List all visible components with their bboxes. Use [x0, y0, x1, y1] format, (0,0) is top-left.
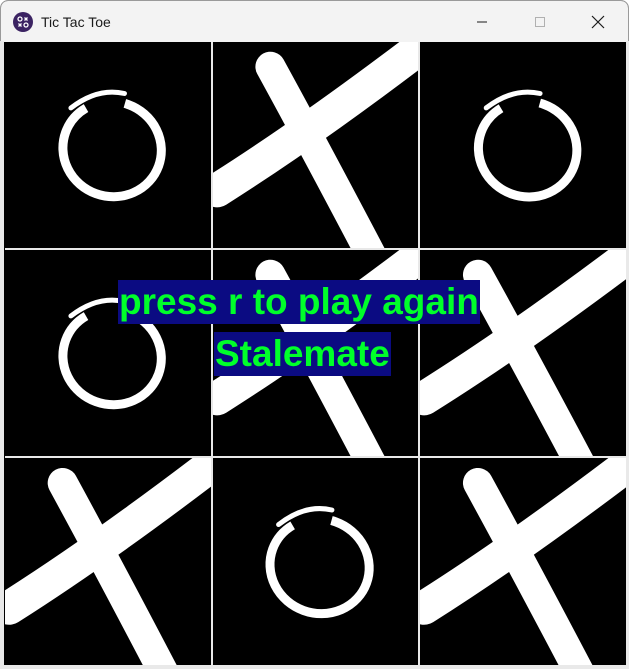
title-bar[interactable]: Tic Tac Toe	[1, 1, 628, 42]
board-cell[interactable]	[213, 250, 418, 456]
maximize-icon	[535, 16, 545, 27]
window-border	[0, 665, 629, 669]
app-icon	[13, 11, 33, 32]
game-window: Tic Tac Toe press r to play again Stalem…	[0, 0, 629, 669]
x-mark	[5, 458, 211, 666]
board-cell[interactable]	[5, 42, 211, 248]
board-cell[interactable]	[5, 458, 211, 666]
grid-line	[211, 42, 213, 666]
o-mark	[473, 89, 582, 202]
x-mark	[420, 250, 627, 456]
minimize-icon	[477, 21, 487, 22]
grid-line	[418, 42, 420, 666]
o-mark	[265, 506, 374, 619]
grid-line	[5, 456, 627, 458]
game-board[interactable]: press r to play again Stalemate	[5, 42, 627, 666]
maximize-button[interactable]	[511, 1, 569, 42]
close-button[interactable]	[569, 1, 627, 42]
board-cell[interactable]	[420, 250, 627, 456]
minimize-button[interactable]	[453, 1, 511, 42]
x-mark	[213, 42, 418, 248]
grid-line	[5, 248, 627, 250]
board-cell[interactable]	[213, 458, 418, 666]
close-icon	[591, 15, 605, 28]
o-mark	[58, 297, 166, 410]
window-title: Tic Tac Toe	[41, 13, 111, 30]
window-border	[0, 41, 4, 669]
board-cell[interactable]	[420, 42, 627, 248]
board-cell[interactable]	[213, 42, 418, 248]
board-cell[interactable]	[5, 250, 211, 456]
o-mark	[58, 89, 166, 202]
board-cell[interactable]	[420, 458, 627, 666]
x-mark	[213, 250, 418, 456]
x-mark	[420, 458, 627, 666]
